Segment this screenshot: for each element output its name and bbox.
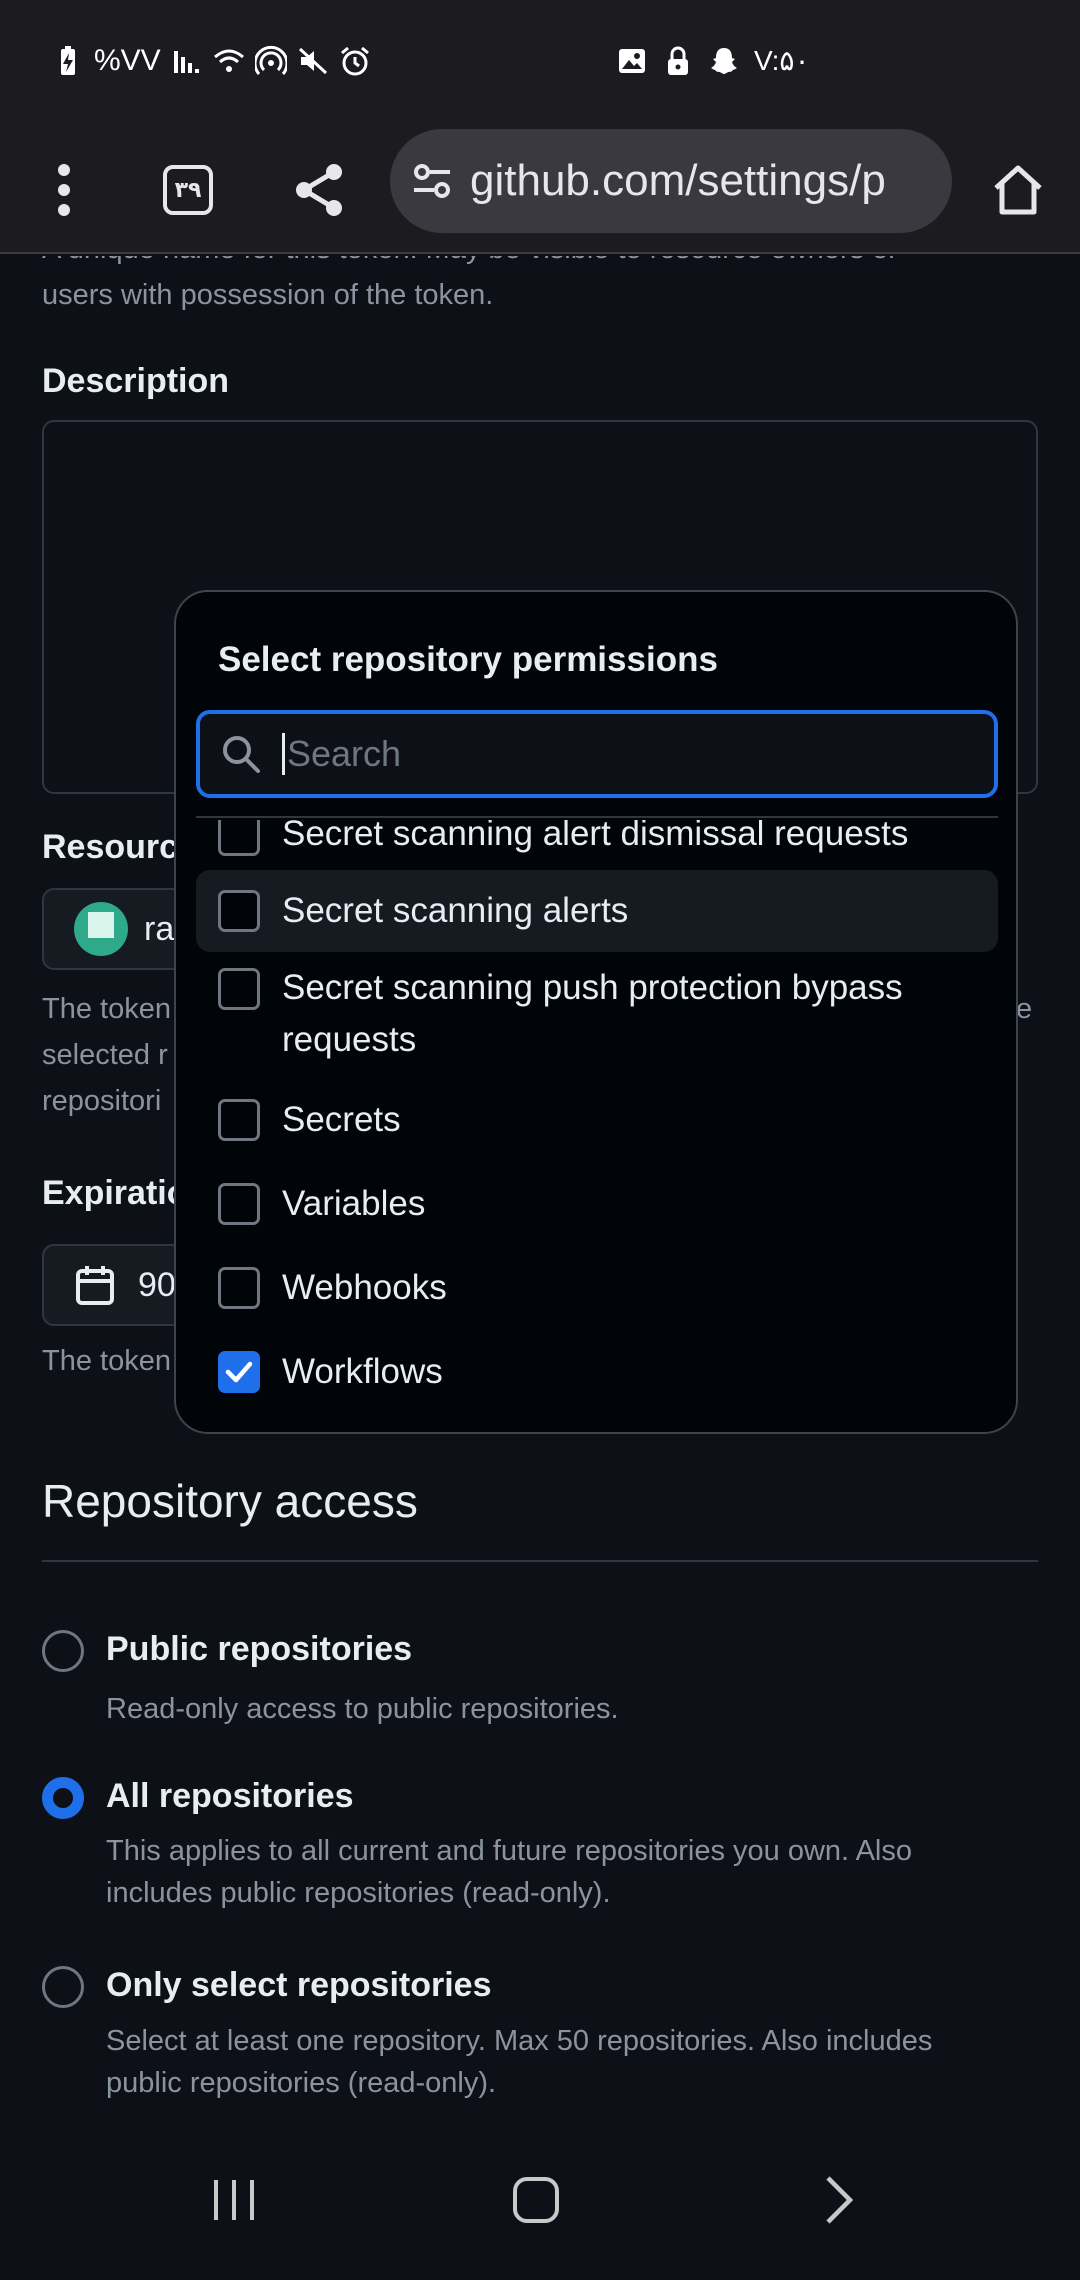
- list-item-label: Secret scanning alert dismissal requests: [282, 820, 909, 853]
- system-nav-bar: [0, 2120, 1080, 2280]
- list-item-workflows[interactable]: Workflows: [196, 1342, 998, 1402]
- list-item-label: Secret scanning push protection bypass r…: [282, 962, 903, 1066]
- calendar-icon: [76, 1266, 114, 1305]
- status-left: %VV: [52, 44, 371, 78]
- list-item-label: Webhooks: [282, 1268, 447, 1307]
- public-repositories-label[interactable]: Public repositories: [106, 1630, 412, 1669]
- checkbox[interactable]: [218, 968, 260, 1010]
- list-item-webhooks[interactable]: Webhooks: [196, 1258, 998, 1318]
- all-repositories-desc-line2: includes public repositories (read-only)…: [106, 1877, 611, 1909]
- snapchat-icon: [711, 47, 737, 74]
- name-help-line2: users with possession of the token.: [42, 279, 494, 311]
- resource-owner-label: Resourc: [42, 828, 179, 866]
- list-item-push-protection-bypass[interactable]: Secret scanning push protection bypass r…: [196, 962, 998, 1074]
- clock: V:۵۰: [754, 45, 810, 76]
- checkbox[interactable]: [218, 1183, 260, 1225]
- list-item-label: Secret scanning alerts: [282, 891, 629, 930]
- menu-button[interactable]: [24, 150, 104, 230]
- list-divider: [196, 816, 998, 818]
- dialog-title: Select repository permissions: [218, 640, 718, 679]
- list-item-label-line1: Secret scanning push protection bypass: [282, 968, 903, 1007]
- back-button[interactable]: [778, 2160, 898, 2240]
- recent-apps-icon: [214, 2180, 254, 2220]
- repository-access-title: Repository access: [42, 1475, 418, 1527]
- wifi-icon: [213, 49, 244, 72]
- name-help-line1: A unique name for this token. May be vis…: [42, 256, 1042, 272]
- recent-apps-button[interactable]: [174, 2160, 294, 2240]
- description-label: Description: [42, 362, 230, 400]
- url-text: github.com/settings/p: [470, 156, 886, 205]
- share-button[interactable]: [280, 150, 360, 230]
- home-button[interactable]: [978, 150, 1058, 230]
- expiration-help: The token: [42, 1345, 171, 1377]
- expiration-label: Expiratio: [42, 1174, 188, 1212]
- name-help-text: A unique name for this token. May be vis…: [42, 256, 1042, 318]
- site-settings-icon: [414, 164, 450, 198]
- tabs-icon: ۳۹: [163, 165, 213, 215]
- checkbox[interactable]: [218, 1267, 260, 1309]
- only-select-desc-line2: public repositories (read-only).: [106, 2067, 497, 2099]
- resource-help-line1: The token: [42, 993, 171, 1025]
- all-repositories-desc-line1: This applies to all current and future r…: [106, 1835, 912, 1867]
- repository-permissions-dialog: Select repository permissions Search Sec…: [174, 590, 1018, 1434]
- signal-icon: [173, 51, 199, 73]
- list-item-secrets[interactable]: Secrets: [196, 1090, 998, 1150]
- only-select-repositories-radio[interactable]: [42, 1966, 84, 2008]
- mute-icon: [298, 47, 327, 75]
- tab-count: ۳۹: [174, 177, 202, 202]
- lock-icon: [668, 46, 688, 75]
- address-bar[interactable]: github.com/settings/p: [390, 129, 952, 233]
- all-repositories-radio[interactable]: [42, 1777, 84, 1819]
- battery-percent: %VV: [94, 44, 161, 77]
- hotspot-icon: [254, 45, 287, 75]
- public-repositories-desc: Read-only access to public repositories.: [106, 1693, 619, 1725]
- chevron-right-icon: [826, 2176, 854, 2224]
- checkbox-checked[interactable]: [218, 1351, 260, 1393]
- tabs-button[interactable]: ۳۹: [148, 150, 228, 230]
- all-repositories-label[interactable]: All repositories: [106, 1777, 354, 1816]
- share-icon: [296, 164, 342, 216]
- list-item-label: Workflows: [282, 1352, 443, 1391]
- checkmark-icon: [225, 1361, 253, 1383]
- search-placeholder: Search: [282, 733, 401, 775]
- search-icon: [223, 736, 260, 773]
- permissions-search-input[interactable]: Search: [196, 710, 998, 798]
- resource-help-line3: repositori: [42, 1085, 162, 1117]
- only-select-repositories-desc: Select at least one repository. Max 50 r…: [106, 2020, 932, 2104]
- avatar: [74, 902, 128, 956]
- checkbox[interactable]: [218, 820, 260, 856]
- battery-charging-icon: [61, 46, 75, 75]
- status-bar: %VV V:۵۰: [0, 0, 1080, 128]
- status-right: V:۵۰: [616, 44, 810, 77]
- list-item-label: Secrets: [282, 1100, 401, 1139]
- list-item-secret-scanning-alerts[interactable]: Secret scanning alerts: [196, 870, 998, 952]
- section-divider: [42, 1560, 1038, 1562]
- list-item-label-line2: requests: [282, 1020, 417, 1059]
- alarm-icon: [340, 46, 369, 76]
- home-nav-button[interactable]: [476, 2160, 596, 2240]
- more-vertical-icon: [58, 164, 70, 216]
- home-nav-icon: [513, 2177, 559, 2223]
- expiration-value: 90: [138, 1265, 176, 1304]
- gallery-icon: [619, 48, 645, 73]
- list-item-secret-scanning-dismissal[interactable]: Secret scanning alert dismissal requests: [196, 820, 998, 868]
- checkbox[interactable]: [218, 890, 260, 932]
- browser-toolbar: ۳۹ github.com/settings/p: [0, 128, 1080, 254]
- public-repositories-radio[interactable]: [42, 1630, 84, 1672]
- only-select-desc-line1: Select at least one repository. Max 50 r…: [106, 2025, 933, 2057]
- all-repositories-desc: This applies to all current and future r…: [106, 1830, 912, 1914]
- list-item-label: Variables: [282, 1184, 426, 1223]
- checkbox[interactable]: [218, 1099, 260, 1141]
- resource-help-text: The token selected r repositori: [42, 986, 171, 1124]
- resource-owner-name: ra: [144, 909, 175, 948]
- only-select-repositories-label[interactable]: Only select repositories: [106, 1966, 492, 2005]
- list-item-variables[interactable]: Variables: [196, 1174, 998, 1234]
- permissions-list: Secret scanning alert dismissal requests…: [176, 820, 1016, 1432]
- resource-help-tail: e: [1016, 993, 1033, 1025]
- resource-help-line2: selected r: [42, 1039, 168, 1071]
- home-icon: [994, 165, 1042, 215]
